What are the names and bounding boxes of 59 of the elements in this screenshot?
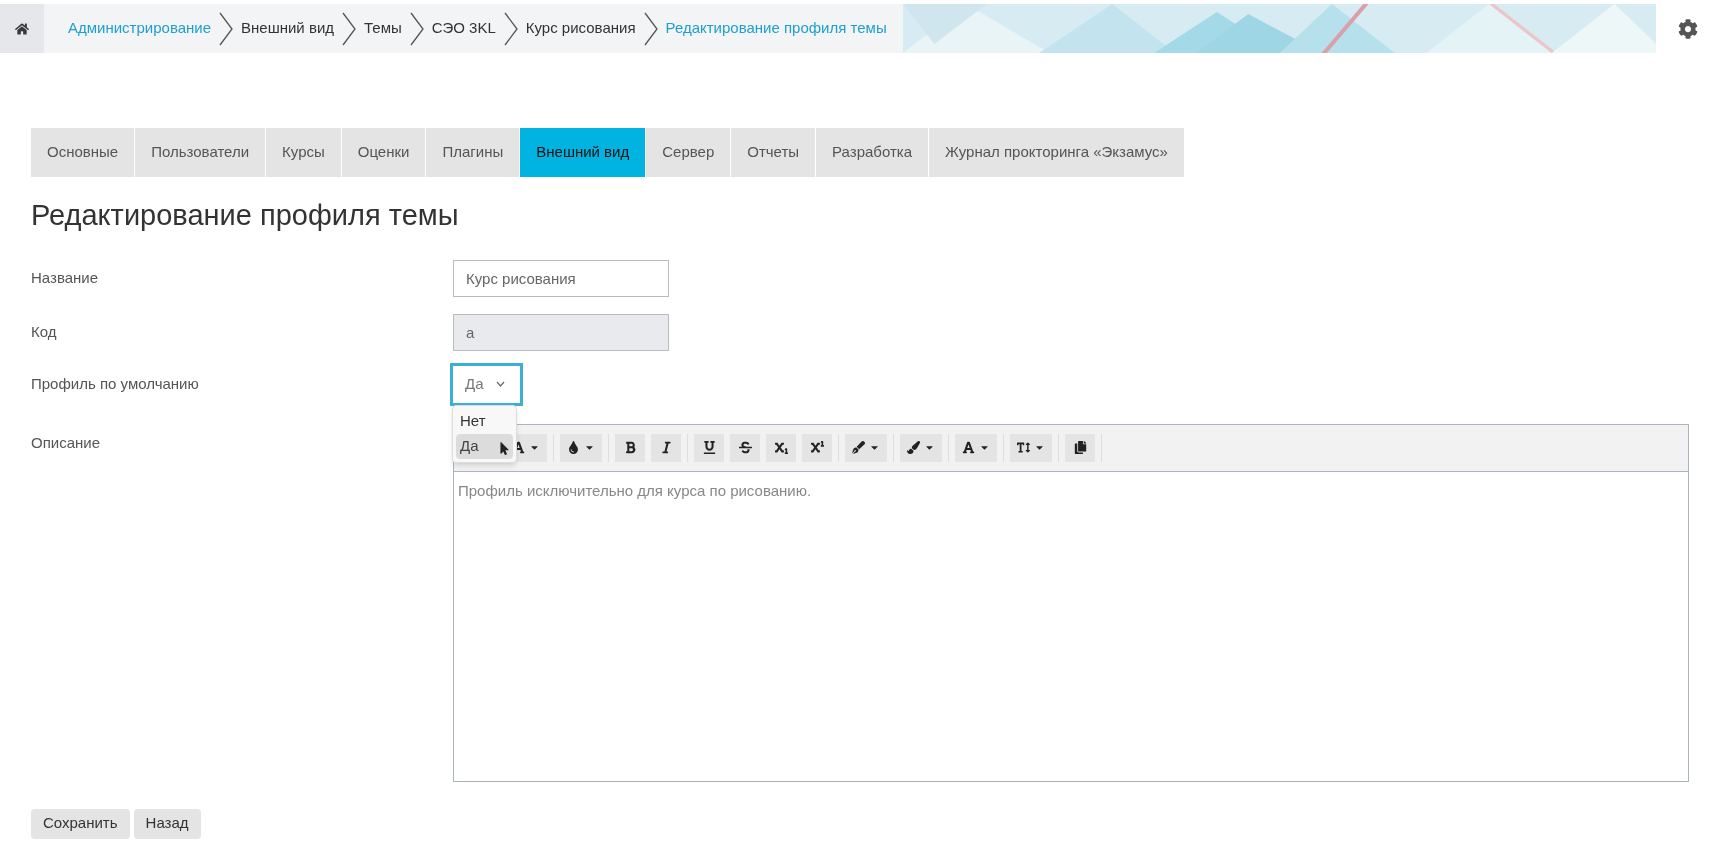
- droplet-icon: [567, 441, 580, 454]
- field-label: Профиль по умолчанию: [31, 373, 200, 394]
- chevron-icon: [643, 11, 658, 46]
- breadcrumb-item[interactable]: Внешний вид: [241, 17, 335, 40]
- chevron-down-icon: [495, 381, 505, 387]
- toolbar-button[interactable]: [651, 433, 681, 462]
- toolbar-button[interactable]: [694, 433, 724, 462]
- toolbar-button[interactable]: [900, 433, 942, 462]
- tab[interactable]: Плагины: [426, 128, 521, 177]
- tab[interactable]: Внешний вид: [520, 128, 647, 177]
- mouse-cursor-icon: [498, 441, 511, 455]
- toolbar-button[interactable]: [615, 433, 645, 462]
- toolbar-button[interactable]: [1065, 433, 1095, 462]
- home-icon: [15, 21, 29, 36]
- tab[interactable]: Основные: [31, 128, 136, 177]
- text-height-icon: [1017, 441, 1030, 454]
- settings-icon[interactable]: [1678, 18, 1698, 39]
- editor-text[interactable]: Профиль исключительно для курса по рисованию.: [458, 479, 1684, 502]
- breadcrumb-item[interactable]: Темы: [364, 17, 402, 40]
- italic-icon: [659, 441, 673, 454]
- dropdown-option[interactable]: Нет: [456, 408, 513, 434]
- tab[interactable]: Отчеты: [731, 128, 817, 177]
- name-field[interactable]: Курс рисования: [453, 259, 669, 297]
- save-button[interactable]: Сохранить: [31, 808, 130, 839]
- tab[interactable]: Курсы: [266, 128, 342, 177]
- chevron-icon: [342, 11, 357, 46]
- subscript-icon: [774, 441, 788, 454]
- tab[interactable]: Журнал прокторинга «Экзамус»: [929, 128, 1185, 177]
- breadcrumb-item[interactable]: Курс рисования: [525, 17, 636, 40]
- brush-icon: [907, 441, 920, 454]
- tab[interactable]: Пользователи: [135, 128, 267, 177]
- toolbar-button[interactable]: [845, 433, 887, 462]
- pen-icon: [852, 441, 865, 454]
- toolbar-button[interactable]: [1010, 433, 1052, 462]
- field-label: Описание: [31, 432, 102, 453]
- chevron-icon: [409, 11, 424, 46]
- chevron-icon: [219, 11, 234, 46]
- toolbar-button[interactable]: [560, 433, 602, 462]
- field-label: Код: [31, 321, 58, 342]
- copy-icon: [1073, 441, 1087, 454]
- back-button[interactable]: Назад: [133, 808, 201, 839]
- bold-icon: [623, 441, 637, 454]
- toolbar-button[interactable]: [730, 433, 760, 462]
- dropdown-option[interactable]: Да: [456, 433, 513, 459]
- chevron-icon: [503, 11, 518, 46]
- tab[interactable]: Сервер: [646, 128, 732, 177]
- toolbar-button[interactable]: [955, 433, 997, 462]
- breadcrumb-item[interactable]: СЭО 3KL: [431, 17, 496, 40]
- superscript-icon: [810, 441, 824, 454]
- tab[interactable]: Разработка: [816, 128, 930, 177]
- toolbar-button[interactable]: [766, 433, 796, 462]
- strikethrough-icon: [738, 441, 752, 454]
- font-icon: [962, 441, 975, 454]
- toolbar-button[interactable]: [802, 433, 832, 462]
- field-label: Название: [31, 267, 100, 288]
- page-title: Редактирование профиля темы: [31, 198, 460, 233]
- home-button[interactable]: [0, 4, 44, 53]
- underline-icon: [702, 441, 716, 454]
- tab[interactable]: Оценки: [341, 128, 427, 177]
